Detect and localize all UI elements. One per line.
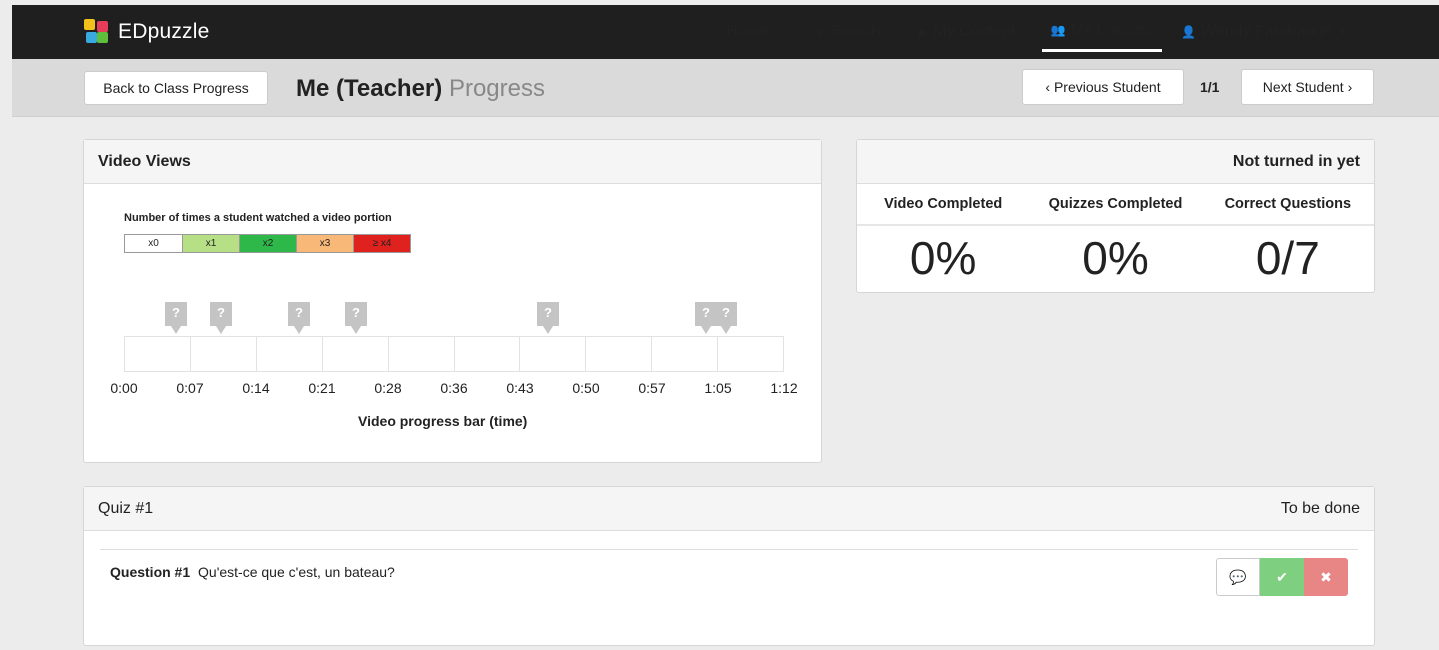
nav-home[interactable]: ⌂ Home [714,5,769,59]
views-legend: x0 x1 x2 x3 ≥ x4 [124,234,411,253]
page-title-suffix: Progress [448,75,545,102]
next-student-button[interactable]: Next Student › [1241,69,1374,105]
nav-search[interactable]: ⚲ Search [816,5,881,59]
track-segment [586,337,653,371]
grading-actions: 💬 ✔ ✖ [1216,558,1348,596]
quizzes-completed-value: 0% [1082,232,1149,284]
nav-search-label: Search [829,23,881,40]
legend-swatch: x1 [182,235,239,252]
track-segment [125,337,191,371]
app-logo[interactable]: EDpuzzle [84,18,209,46]
video-views-body: Number of times a student watched a vide… [84,184,821,462]
app-name: EDpuzzle [118,20,210,43]
question-marker[interactable]: ? [537,302,559,334]
question-marker[interactable]: ? [695,302,717,334]
question-marker[interactable]: ? [210,302,232,334]
track-segment [389,337,455,371]
video-completed-value: 0% [909,232,977,284]
quizzes-completed-stat: Quizzes Completed 0% [1029,184,1202,290]
time-tick: 0:00 [110,380,138,396]
correct-questions-stat: Correct Questions 0/7 [1201,184,1374,290]
page-title-student: Me (Teacher) [296,75,443,102]
progress-header: Back to Class Progress Me (Teacher) Prog… [12,59,1439,117]
puzzle-logo-icon [84,19,110,45]
correct-questions-value: 0/7 [1255,232,1320,284]
time-tick: 0:21 [308,380,336,396]
quiz-title: Quiz #1 [98,499,154,517]
nav-my-classes[interactable]: 👥 My Classes [1042,11,1162,52]
video-icon: ▶ [919,25,929,39]
home-icon: ⌂ [714,25,722,39]
nav-my-classes-label: My Classes [1070,21,1154,38]
legend-swatch: x2 [239,235,296,252]
video-progress-track [124,336,784,372]
time-tick: 0:28 [374,380,402,396]
previous-student-button[interactable]: ‹ Previous Student [1022,69,1184,105]
question-marker[interactable]: ? [165,302,187,334]
track-segment [323,337,389,371]
video-views-header: Video Views [84,140,821,184]
time-tick: 0:14 [242,380,270,396]
question-text: Qu'est-ce que c'est, un bateau? [198,564,395,580]
turn-in-status: Not turned in yet [1232,152,1360,170]
mark-correct-button[interactable]: ✔ [1260,558,1304,596]
correct-questions-label: Correct Questions [1201,184,1374,226]
time-tick: 0:50 [572,380,600,396]
student-pager: 1/1 [1200,79,1220,95]
speech-bubble-icon: 💬 [1229,568,1247,585]
divider [100,549,1358,550]
quiz-panel: Quiz #1 To be done Question #1 Qu'est-ce… [83,486,1375,646]
legend-title: Number of times a student watched a vide… [124,212,392,224]
page-title: Me (Teacher) Progress [296,75,545,103]
track-segment [718,337,783,371]
quiz-status: To be done [1280,499,1360,517]
progress-axis-label: Video progress bar (time) [358,413,528,429]
search-icon: ⚲ [816,25,825,39]
nav-my-content-label: My Content [933,23,1016,40]
legend-swatch: x3 [296,235,353,252]
track-segment [520,337,587,371]
video-views-panel: Video Views Number of times a student wa… [83,139,822,463]
nav-my-content[interactable]: ▶ My Content [919,5,1015,59]
time-tick: 0:57 [638,380,666,396]
comment-button[interactable]: 💬 [1216,558,1260,596]
top-navbar: EDpuzzle ⌂ Home ⚲ Search ▶ My Content 👥 … [12,5,1439,59]
track-segment [455,337,521,371]
check-icon: ✔ [1276,568,1288,585]
question-marker[interactable]: ? [288,302,310,334]
quizzes-completed-label: Quizzes Completed [1029,184,1202,226]
completion-status-panel: Not turned in yet Video Completed 0% Qui… [856,139,1375,293]
completion-stats: Video Completed 0% Quizzes Completed 0% … [857,184,1374,290]
track-segment [191,337,257,371]
completion-status-header: Not turned in yet [857,140,1374,184]
caret-down-icon: ▼ [1338,26,1349,38]
group-icon: 👥 [1050,23,1066,37]
track-segment [257,337,323,371]
time-tick: 0:36 [440,380,468,396]
question-number: Question #1 [110,564,191,580]
nav-home-label: Home [726,23,769,40]
time-tick: 0:07 [176,380,204,396]
close-icon: ✖ [1320,568,1332,585]
video-views-title: Video Views [98,152,191,170]
video-completed-stat: Video Completed 0% [857,184,1030,290]
legend-swatch: ≥ x4 [353,235,410,252]
question-marker[interactable]: ? [345,302,367,334]
legend-swatch: x0 [125,235,182,252]
user-icon: 👤 [1181,25,1196,39]
time-tick: 1:05 [704,380,732,396]
time-tick: 1:12 [770,380,798,396]
quiz-header: Quiz #1 To be done [84,487,1374,531]
question-marker[interactable]: ? [715,302,737,334]
mark-incorrect-button[interactable]: ✖ [1304,558,1348,596]
user-menu[interactable]: 👤 Wendy Farabaugh ▼ [1181,5,1348,59]
video-completed-label: Video Completed [857,184,1030,226]
time-tick: 0:43 [506,380,534,396]
user-name: Wendy Farabaugh [1200,23,1333,40]
track-segment [652,337,719,371]
back-to-class-progress-button[interactable]: Back to Class Progress [84,71,268,105]
question-row: Question #1 Qu'est-ce que c'est, un bate… [110,564,395,580]
